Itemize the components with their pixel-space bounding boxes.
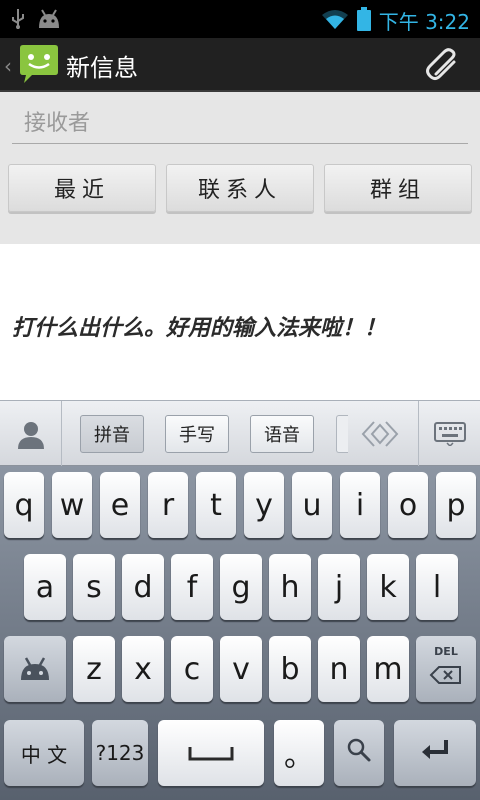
symbols-key-label: ?123 xyxy=(95,741,145,765)
delete-key[interactable]: DEL xyxy=(416,636,476,702)
key-f[interactable]: f xyxy=(171,554,213,620)
key-q[interactable]: q xyxy=(4,472,44,538)
key-o[interactable]: o xyxy=(388,472,428,538)
enter-key[interactable] xyxy=(394,720,476,786)
key-p[interactable]: p xyxy=(436,472,476,538)
page-title: 新信息 xyxy=(66,54,138,82)
key-v[interactable]: v xyxy=(220,636,262,702)
key-s[interactable]: s xyxy=(73,554,115,620)
delete-key-label: DEL xyxy=(434,644,458,658)
tab-voice[interactable]: 语音 xyxy=(250,415,314,453)
tab-handwriting[interactable]: 手写 xyxy=(165,415,229,453)
key-y[interactable]: y xyxy=(244,472,284,538)
key-g[interactable]: g xyxy=(220,554,262,620)
status-bar: 下午 3:22 xyxy=(0,0,480,38)
keyboard: q w e r t y u i o p a s d f g h j k l z … xyxy=(0,466,480,800)
key-e[interactable]: e xyxy=(100,472,140,538)
ime-toolbar: 拼音 手写 语音 xyxy=(0,400,480,467)
android-settings-icon[interactable] xyxy=(4,636,66,702)
action-bar: ‹ 新信息 xyxy=(0,38,480,92)
tab-pinyin[interactable]: 拼音 xyxy=(80,415,144,453)
recipients-panel: 最近 联系人 群组 xyxy=(0,92,480,244)
search-icon xyxy=(346,736,372,771)
groups-button[interactable]: 群组 xyxy=(324,164,472,212)
key-d[interactable]: d xyxy=(122,554,164,620)
key-z[interactable]: z xyxy=(73,636,115,702)
recipient-field-container xyxy=(12,104,468,144)
language-key-label: 中 文 xyxy=(20,742,68,767)
usb-icon xyxy=(10,8,26,34)
recent-button[interactable]: 最近 xyxy=(8,164,156,212)
key-j[interactable]: j xyxy=(318,554,360,620)
status-time: 下午 3:22 xyxy=(378,10,470,34)
delete-icon xyxy=(429,658,463,693)
contacts-button[interactable]: 联系人 xyxy=(166,164,314,212)
android-debug-icon xyxy=(36,8,62,34)
symbols-key[interactable]: ?123 xyxy=(92,720,148,786)
wifi-icon xyxy=(321,8,349,34)
key-i[interactable]: i xyxy=(340,472,380,538)
key-a[interactable]: a xyxy=(24,554,66,620)
scroll-icon[interactable] xyxy=(356,415,404,453)
key-l[interactable]: l xyxy=(416,554,458,620)
key-h[interactable]: h xyxy=(269,554,311,620)
language-key[interactable]: 中 文 xyxy=(4,720,84,786)
key-b[interactable]: b xyxy=(269,636,311,702)
attach-paperclip-icon[interactable] xyxy=(424,46,462,84)
contact-icon[interactable] xyxy=(0,401,62,467)
period-key[interactable]: 。 xyxy=(274,720,324,786)
more-tab-edge[interactable] xyxy=(336,415,348,453)
recipient-input[interactable] xyxy=(12,104,468,143)
key-k[interactable]: k xyxy=(367,554,409,620)
key-n[interactable]: n xyxy=(318,636,360,702)
message-body[interactable]: 打什么出什么。好用的输入法来啦！！ xyxy=(0,244,480,400)
messaging-app-icon[interactable] xyxy=(18,44,60,84)
search-key[interactable] xyxy=(334,720,384,786)
enter-icon xyxy=(418,736,452,771)
key-u[interactable]: u xyxy=(292,472,332,538)
back-chevron-icon[interactable]: ‹ xyxy=(4,54,12,78)
battery-icon xyxy=(356,6,371,35)
space-icon xyxy=(187,736,235,771)
keyboard-icon[interactable] xyxy=(418,401,480,467)
key-m[interactable]: m xyxy=(367,636,409,702)
key-w[interactable]: w xyxy=(52,472,92,538)
key-x[interactable]: x xyxy=(122,636,164,702)
key-t[interactable]: t xyxy=(196,472,236,538)
space-key[interactable] xyxy=(158,720,264,786)
message-text: 打什么出什么。好用的输入法来啦！！ xyxy=(12,316,387,341)
key-r[interactable]: r xyxy=(148,472,188,538)
key-c[interactable]: c xyxy=(171,636,213,702)
